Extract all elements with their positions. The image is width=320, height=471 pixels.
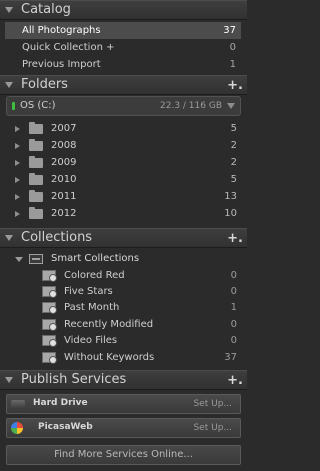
expand-triangle-icon[interactable]: [15, 160, 20, 166]
folder-item[interactable]: 2012 10: [0, 206, 247, 222]
folder-count: 13: [224, 191, 237, 202]
volume-bar[interactable]: OS (C:) 22.3 / 116 GB: [6, 96, 241, 116]
folder-label: 2007: [51, 123, 77, 134]
collection-count: 0: [230, 286, 237, 297]
panel-title: Publish Services: [21, 372, 127, 387]
publish-service-picasaweb[interactable]: PicasaWeb Set Up...: [6, 418, 241, 438]
smart-collection-item[interactable]: Recently Modified 0: [0, 316, 247, 333]
collapse-triangle-icon[interactable]: [5, 7, 13, 13]
collection-set-label: Smart Collections: [51, 253, 140, 264]
smart-collection-item[interactable]: Five Stars 0: [0, 283, 247, 300]
folder-label: 2011: [51, 191, 77, 202]
catalog-item-label: Previous Import: [22, 59, 101, 70]
expand-triangle-icon[interactable]: [15, 194, 20, 200]
folder-icon: [29, 173, 43, 185]
catalog-item-count: 0: [229, 42, 236, 53]
folder-label: 2008: [51, 140, 77, 151]
catalog-item-previous-import[interactable]: Previous Import 1: [5, 56, 241, 73]
folder-item[interactable]: 2009 2: [0, 155, 247, 171]
expand-triangle-icon[interactable]: [15, 177, 20, 183]
catalog-item-all-photographs[interactable]: All Photographs 37: [5, 22, 241, 39]
expand-triangle-icon[interactable]: [15, 211, 20, 217]
collection-count: 37: [224, 352, 237, 363]
smart-collection-item[interactable]: Colored Red 0: [0, 267, 247, 284]
add-publish-service-plus-icon[interactable]: +.: [227, 373, 243, 388]
collections-panel-header[interactable]: Collections +.: [0, 228, 247, 248]
collection-label: Colored Red: [64, 270, 125, 281]
folder-item[interactable]: 2010 5: [0, 172, 247, 188]
smart-collection-item[interactable]: Past Month 1: [0, 299, 247, 316]
picasaweb-icon: [11, 422, 23, 434]
collection-label: Video Files: [64, 335, 118, 346]
folder-count: 10: [224, 208, 237, 219]
collection-count: 0: [230, 319, 237, 330]
folder-icon: [29, 139, 43, 151]
folder-count: 5: [230, 123, 237, 134]
collection-set-icon: [29, 254, 43, 264]
folder-count: 2: [230, 157, 237, 168]
panel-title: Collections: [21, 230, 93, 245]
volume-name: OS (C:): [20, 100, 56, 111]
catalog-item-count: 1: [229, 59, 236, 70]
folder-icon: [29, 122, 43, 134]
smart-collection-item[interactable]: Video Files 0: [0, 332, 247, 349]
collection-label: Without Keywords: [64, 352, 155, 363]
smart-collection-icon: [42, 270, 57, 282]
volume-size: 22.3 / 116 GB: [160, 101, 222, 111]
add-collection-plus-icon[interactable]: +.: [227, 231, 243, 246]
folder-count: 5: [230, 174, 237, 185]
folders-panel-header[interactable]: Folders +.: [0, 75, 247, 95]
folder-item[interactable]: 2008 2: [0, 138, 247, 154]
publish-service-hard-drive[interactable]: Hard Drive Set Up...: [6, 394, 241, 414]
catalog-item-quick-collection[interactable]: Quick Collection + 0: [5, 39, 241, 56]
folder-label: 2009: [51, 157, 77, 168]
collection-label: Recently Modified: [64, 319, 154, 330]
volume-status-led-icon: [12, 102, 15, 110]
collection-count: 0: [230, 270, 237, 281]
smart-collection-icon: [42, 335, 57, 347]
publish-services-panel-header[interactable]: Publish Services +.: [0, 370, 247, 390]
collection-label: Five Stars: [64, 286, 113, 297]
smart-collection-icon: [42, 286, 57, 298]
folder-label: 2010: [51, 174, 77, 185]
smart-collection-item[interactable]: Without Keywords 37: [0, 349, 247, 366]
hard-drive-icon: [11, 400, 25, 409]
collapse-triangle-icon[interactable]: [5, 82, 13, 88]
publish-service-name: Hard Drive: [33, 398, 88, 408]
collection-set-smart-collections[interactable]: Smart Collections: [0, 251, 247, 267]
expand-triangle-icon[interactable]: [15, 143, 20, 149]
folder-icon: [29, 156, 43, 168]
folder-count: 2: [230, 140, 237, 151]
collapse-triangle-icon[interactable]: [15, 257, 23, 262]
folder-icon: [29, 207, 43, 219]
folder-item[interactable]: 2011 13: [0, 189, 247, 205]
collapse-triangle-icon[interactable]: [5, 235, 13, 241]
set-up-link[interactable]: Set Up...: [193, 399, 232, 409]
smart-collection-icon: [42, 352, 57, 364]
folder-label: 2012: [51, 208, 77, 219]
collection-label: Past Month: [64, 302, 120, 313]
add-folder-plus-icon[interactable]: +.: [227, 78, 243, 93]
smart-collection-icon: [42, 302, 57, 314]
panel-title: Folders: [21, 77, 68, 92]
catalog-item-label: All Photographs: [22, 25, 101, 36]
collection-count: 1: [230, 302, 237, 313]
catalog-item-label: Quick Collection +: [22, 42, 115, 53]
catalog-item-count: 37: [223, 25, 236, 36]
catalog-panel-header[interactable]: Catalog: [0, 0, 247, 20]
collapse-triangle-icon[interactable]: [5, 377, 13, 383]
find-more-services-button[interactable]: Find More Services Online...: [6, 445, 241, 465]
collection-count: 0: [230, 335, 237, 346]
folder-item[interactable]: 2007 5: [0, 121, 247, 137]
volume-dropdown-caret-icon[interactable]: [227, 103, 235, 109]
expand-triangle-icon[interactable]: [15, 126, 20, 132]
folder-icon: [29, 190, 43, 202]
publish-service-name: PicasaWeb: [38, 422, 93, 432]
smart-collection-icon: [42, 319, 57, 331]
set-up-link[interactable]: Set Up...: [193, 423, 232, 433]
panel-title: Catalog: [21, 2, 71, 17]
